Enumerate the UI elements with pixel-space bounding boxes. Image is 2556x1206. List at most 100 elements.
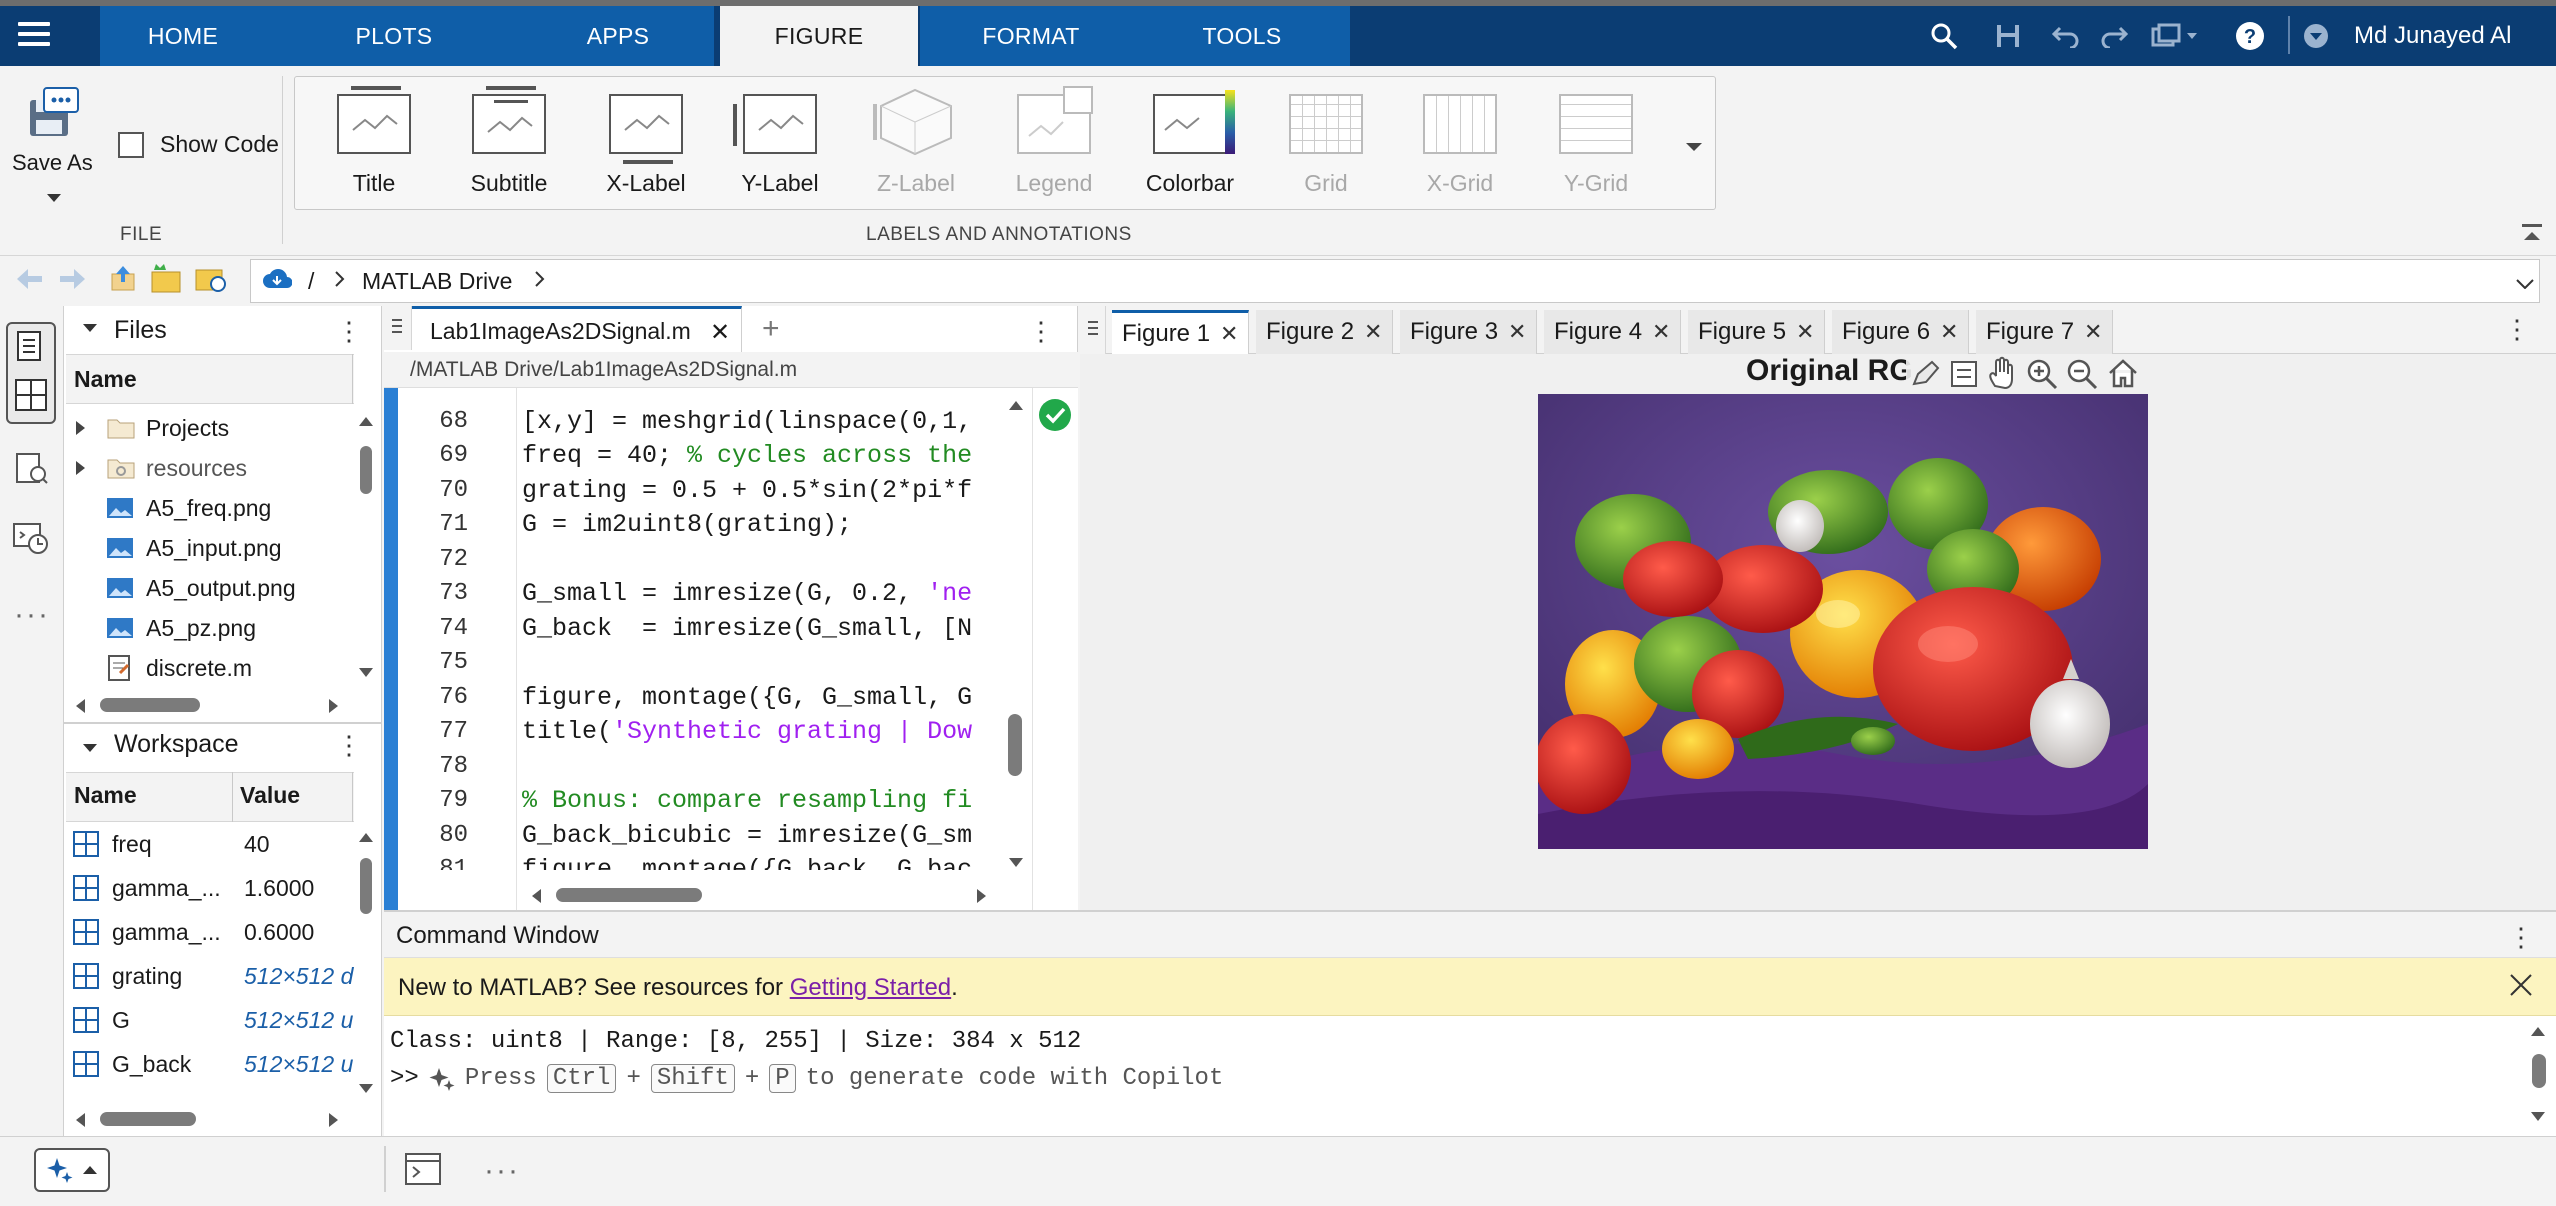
pan-hand-icon[interactable] <box>1986 356 2020 397</box>
forward-icon[interactable] <box>58 266 88 297</box>
tree-row-resources[interactable]: resources <box>74 448 247 488</box>
code-line[interactable]: 72 <box>398 542 1018 577</box>
scroll-down-icon[interactable] <box>2530 1110 2546 1128</box>
workspace-hscroll-thumb[interactable] <box>100 1112 196 1126</box>
current-folder-field[interactable] <box>250 259 2540 303</box>
close-tab-icon[interactable]: ✕ <box>710 318 730 347</box>
files-vscroll-thumb[interactable] <box>360 446 372 494</box>
code-line[interactable]: 68 [x,y] = meshgrid(linspace(0,1, <box>398 404 1018 439</box>
save-as-icon[interactable] <box>24 84 80 140</box>
title-button[interactable]: Title <box>314 84 434 206</box>
scroll-up-icon[interactable] <box>358 414 374 432</box>
code-line[interactable]: 79 % Bonus: compare resampling fi <box>398 784 1018 819</box>
column-divider[interactable] <box>352 772 353 822</box>
tab-figure[interactable]: FIGURE <box>720 6 918 66</box>
zoom-out-icon[interactable] <box>2066 358 2100 397</box>
save-as-dropdown-icon[interactable] <box>46 190 62 208</box>
datatip-icon[interactable] <box>1948 358 1982 397</box>
tree-row-file[interactable]: A5_input.png <box>106 528 282 568</box>
tree-row-file[interactable]: A5_pz.png <box>106 608 256 648</box>
expand-arrow-icon[interactable] <box>74 460 88 476</box>
command-window-icon[interactable] <box>404 1152 444 1193</box>
x-label-button[interactable]: X-Label <box>586 84 706 206</box>
x-grid-button[interactable]: X-Grid <box>1400 84 1520 206</box>
collapse-chevron-icon[interactable] <box>82 740 98 758</box>
undo-icon[interactable] <box>2048 18 2084 54</box>
scroll-down-icon[interactable] <box>358 666 374 684</box>
close-banner-icon[interactable] <box>2508 972 2534 1003</box>
collapse-ribbon-icon[interactable] <box>2520 222 2544 249</box>
tab-home[interactable]: HOME <box>100 6 266 66</box>
scroll-up-icon[interactable] <box>358 830 374 848</box>
code-line[interactable]: 81 figure, montage({G_back, G_bac <box>398 853 1018 870</box>
code-ok-icon[interactable] <box>1038 398 1072 437</box>
code-line[interactable]: 78 <box>398 749 1018 784</box>
figure-tab-4[interactable]: Figure 4 ✕ <box>1544 310 1682 354</box>
kebab-menu-icon[interactable]: ⋮ <box>336 316 362 347</box>
code-line[interactable]: 71 G = im2uint8(grating); <box>398 508 1018 543</box>
show-code-checkbox[interactable] <box>118 132 144 158</box>
code-line[interactable]: 80 G_back_bicubic = imresize(G_sm <box>398 818 1018 853</box>
collapse-chevron-icon[interactable] <box>82 320 98 338</box>
home-restore-icon[interactable] <box>2106 356 2140 397</box>
z-label-button[interactable]: Z-Label <box>856 84 976 206</box>
search-icon[interactable] <box>1926 18 1962 54</box>
workspace-grid-icon[interactable] <box>14 378 48 417</box>
workspace-vscroll-thumb[interactable] <box>360 858 372 914</box>
command-prompt-line[interactable]: >> Press Ctrl + Shift + P to generate co… <box>390 1064 1223 1093</box>
workspace-row[interactable]: gamma_... 1.6000 <box>66 866 354 910</box>
colorbar-button[interactable]: Colorbar <box>1130 84 1250 206</box>
code-line[interactable]: 73 G_small = imresize(G, 0.2, 'ne <box>398 577 1018 612</box>
scroll-right-icon[interactable] <box>328 698 340 719</box>
zoom-in-icon[interactable] <box>2026 358 2060 397</box>
copilot-button[interactable] <box>34 1148 110 1192</box>
tree-row-file[interactable]: A5_freq.png <box>106 488 271 528</box>
close-tab-icon[interactable]: ✕ <box>2084 319 2102 345</box>
history-icon[interactable] <box>12 522 50 561</box>
scroll-right-icon[interactable] <box>976 888 988 909</box>
scroll-left-icon[interactable] <box>74 698 86 719</box>
code-line[interactable]: 76 figure, montage({G, G_small, G <box>398 680 1018 715</box>
scroll-right-icon[interactable] <box>328 1112 340 1133</box>
back-icon[interactable] <box>14 266 44 297</box>
code-line[interactable]: 69 freq = 40; % cycles across the <box>398 439 1018 474</box>
y-grid-button[interactable]: Y-Grid <box>1536 84 1656 206</box>
windows-dropdown-icon[interactable] <box>2150 18 2200 54</box>
editor-hscroll-thumb[interactable] <box>556 888 702 902</box>
help-icon[interactable]: ? <box>2232 18 2268 54</box>
close-tab-icon[interactable]: ✕ <box>1364 319 1382 345</box>
column-divider[interactable] <box>352 354 353 404</box>
code-line[interactable]: 74 G_back = imresize(G_small, [N <box>398 611 1018 646</box>
figure-tab-1[interactable]: Figure 1 ✕ <box>1112 310 1250 354</box>
new-folder-icon[interactable] <box>150 262 184 299</box>
user-dropdown-icon[interactable] <box>2298 18 2334 54</box>
tree-row-file[interactable]: discrete.m <box>106 648 252 688</box>
workspace-row[interactable]: G 512×512 u <box>66 998 354 1042</box>
workspace-row[interactable]: freq 40 <box>66 822 354 866</box>
workspace-row[interactable]: gamma_... 0.6000 <box>66 910 354 954</box>
kebab-menu-icon[interactable]: ⋮ <box>2508 922 2534 953</box>
scroll-down-icon[interactable] <box>1008 856 1024 874</box>
up-folder-icon[interactable] <box>108 264 138 299</box>
tab-apps[interactable]: APPS <box>522 6 714 66</box>
tab-tools[interactable]: TOOLS <box>1142 6 1342 66</box>
tab-plots[interactable]: PLOTS <box>266 6 522 66</box>
code-area[interactable]: 68 [x,y] = meshgrid(linspace(0,1, 69 freq =… <box>398 390 1018 870</box>
user-name[interactable]: Md Junayed Al <box>2354 22 2511 50</box>
tree-row-file[interactable]: A5_output.png <box>106 568 296 608</box>
grid-button[interactable]: Grid <box>1266 84 1386 206</box>
subtitle-button[interactable]: Subtitle <box>449 84 569 206</box>
expand-arrow-icon[interactable] <box>74 420 88 436</box>
close-tab-icon[interactable]: ✕ <box>1796 319 1814 345</box>
edit-brush-icon[interactable] <box>1908 358 1942 397</box>
new-tab-icon[interactable]: + <box>762 312 780 346</box>
files-icon[interactable] <box>14 330 46 369</box>
close-tab-icon[interactable]: ✕ <box>1220 321 1238 347</box>
more-icon[interactable]: ··· <box>484 1154 520 1188</box>
figure-tab-5[interactable]: Figure 5 ✕ <box>1688 310 1826 354</box>
drag-handle-icon[interactable] <box>1086 318 1100 345</box>
path-dropdown-icon[interactable] <box>2516 276 2534 294</box>
editor-doc-icon[interactable] <box>14 452 48 491</box>
close-tab-icon[interactable]: ✕ <box>1508 319 1526 345</box>
legend-button[interactable]: Legend <box>994 84 1114 206</box>
